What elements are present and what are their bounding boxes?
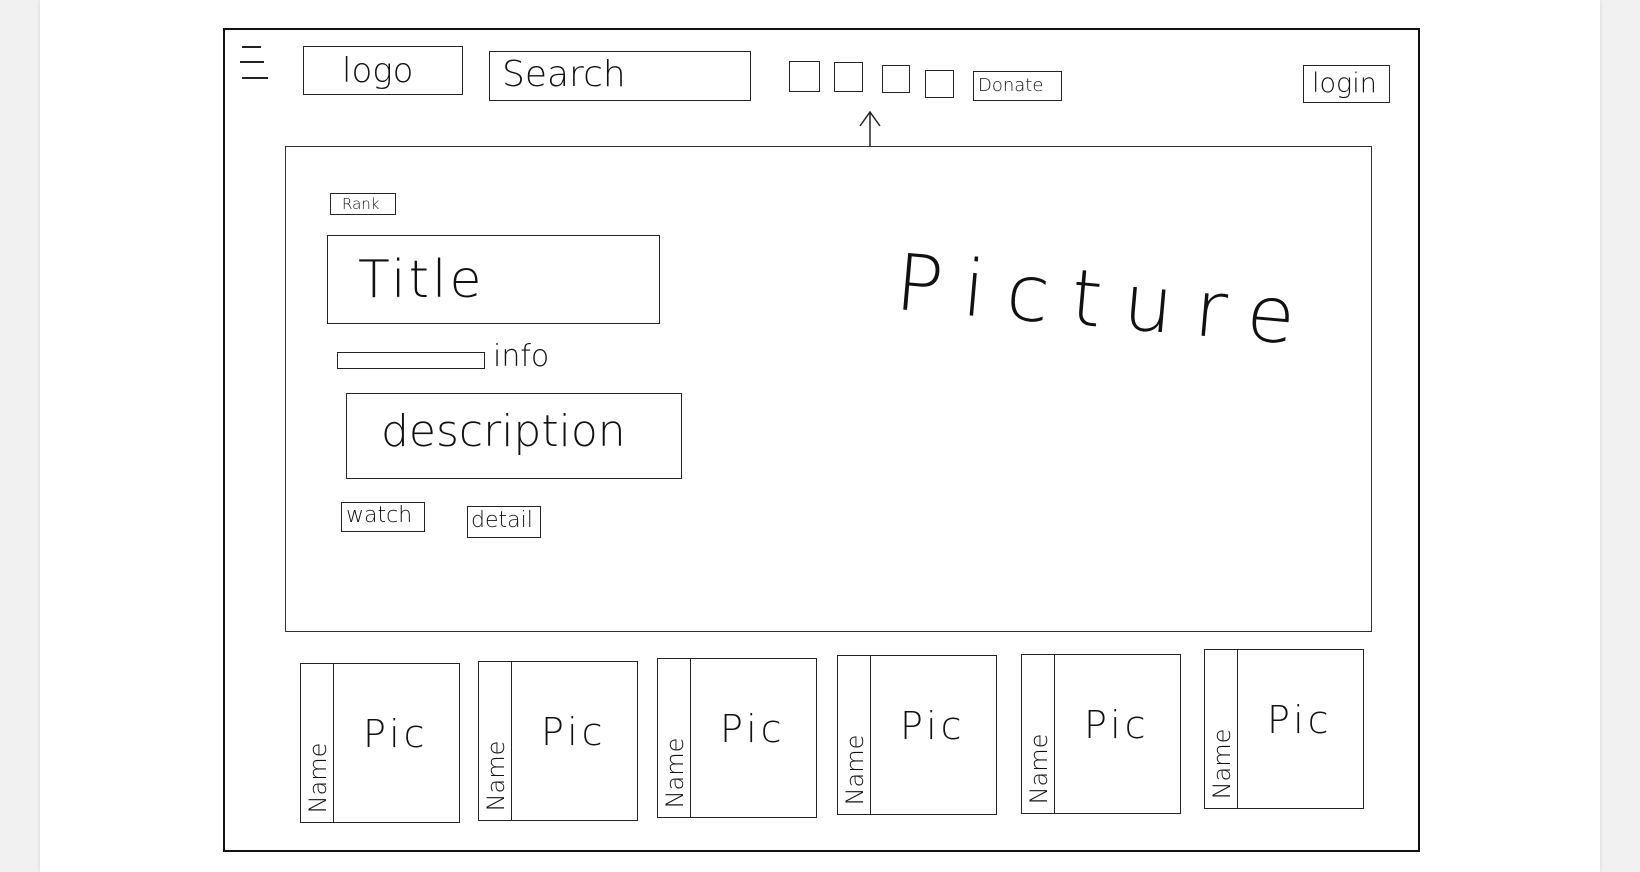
card-divider bbox=[1054, 655, 1056, 813]
login-button[interactable]: login bbox=[1303, 65, 1390, 103]
menu-line bbox=[240, 61, 264, 63]
hero-description: description bbox=[346, 393, 682, 479]
content-card[interactable]: Name Pic bbox=[657, 658, 817, 818]
info-bar bbox=[337, 352, 485, 369]
card-pic-placeholder: Pic bbox=[541, 710, 607, 754]
card-divider bbox=[333, 664, 335, 822]
nav-icon-3[interactable] bbox=[882, 65, 910, 93]
detail-button[interactable]: detail bbox=[467, 506, 541, 538]
card-pic-placeholder: Pic bbox=[363, 712, 429, 756]
card-divider bbox=[1237, 650, 1239, 808]
login-label: login bbox=[1312, 68, 1377, 99]
watch-button[interactable]: watch bbox=[341, 502, 425, 532]
search-placeholder: Search bbox=[502, 54, 626, 95]
donate-button[interactable]: Donate bbox=[973, 71, 1062, 101]
hamburger-menu-icon[interactable] bbox=[240, 44, 272, 84]
content-card[interactable]: Name Pic bbox=[1204, 649, 1364, 809]
content-card[interactable]: Name Pic bbox=[478, 661, 638, 821]
donate-label: Donate bbox=[978, 75, 1044, 96]
card-pic-placeholder: Pic bbox=[1084, 703, 1150, 747]
card-name: Name bbox=[841, 734, 869, 806]
nav-icon-4[interactable] bbox=[925, 70, 954, 98]
card-divider bbox=[690, 659, 692, 817]
info-annotation: info bbox=[493, 339, 550, 374]
card-name: Name bbox=[1025, 733, 1053, 805]
title-label: Title bbox=[358, 250, 485, 310]
logo[interactable]: logo bbox=[303, 46, 463, 95]
nav-icon-1[interactable] bbox=[789, 61, 820, 92]
card-pic-placeholder: Pic bbox=[1267, 698, 1333, 742]
search-input[interactable]: Search bbox=[489, 51, 751, 101]
nav-icon-2[interactable] bbox=[834, 62, 863, 92]
hero-title: Title bbox=[327, 235, 660, 324]
card-pic-placeholder: Pic bbox=[720, 707, 786, 751]
watch-label: watch bbox=[346, 503, 413, 528]
card-divider bbox=[511, 662, 513, 820]
menu-line bbox=[242, 77, 268, 79]
card-name: Name bbox=[1208, 728, 1236, 800]
detail-label: detail bbox=[471, 508, 533, 533]
content-card[interactable]: Name Pic bbox=[837, 655, 997, 815]
menu-line bbox=[242, 46, 261, 48]
card-name: Name bbox=[304, 742, 332, 814]
rank-badge: Rank bbox=[330, 193, 396, 215]
rank-label: Rank bbox=[342, 195, 380, 213]
content-card[interactable]: Name Pic bbox=[1021, 654, 1181, 814]
card-name: Name bbox=[661, 737, 689, 809]
logo-label: logo bbox=[342, 51, 414, 91]
card-pic-placeholder: Pic bbox=[900, 704, 966, 748]
card-divider bbox=[870, 656, 872, 814]
card-name: Name bbox=[482, 740, 510, 812]
hero-banner[interactable] bbox=[285, 146, 1372, 632]
content-card[interactable]: Name Pic bbox=[300, 663, 460, 823]
description-label: description bbox=[381, 406, 626, 457]
